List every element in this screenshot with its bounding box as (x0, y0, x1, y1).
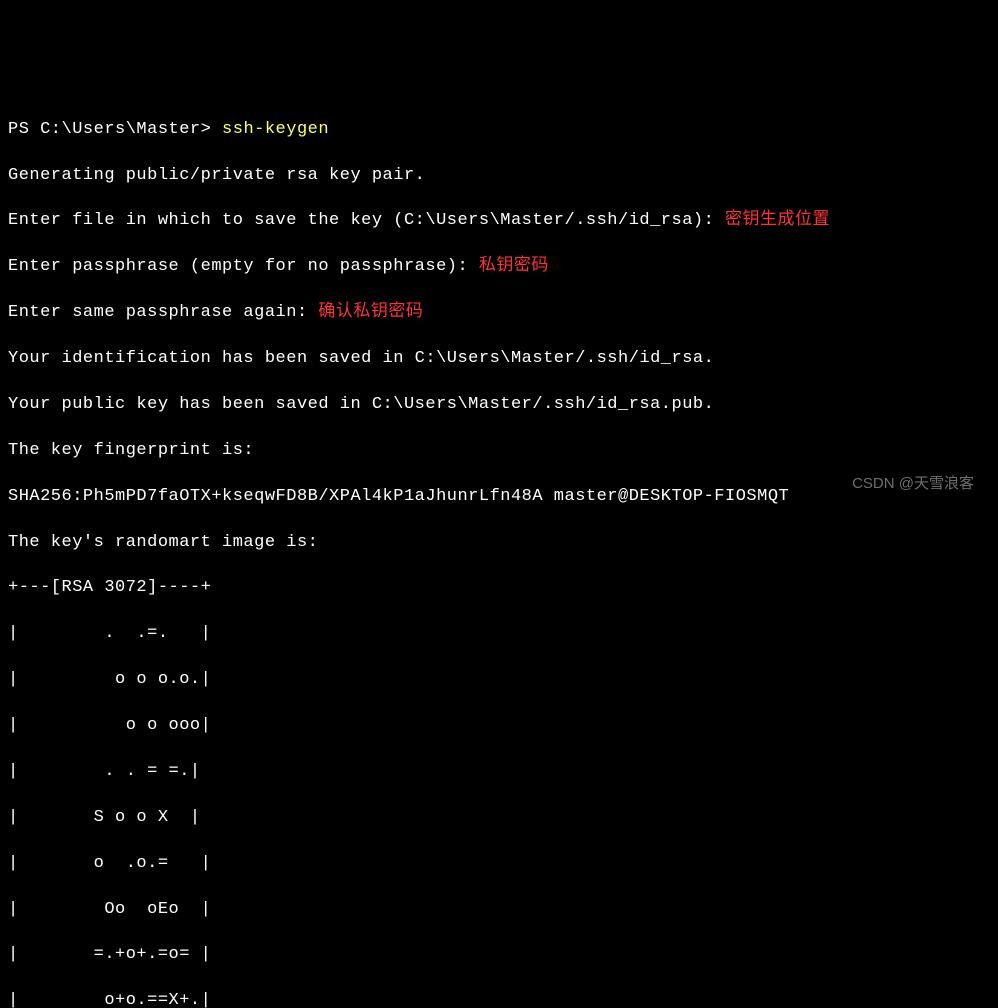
output-line: The key's randomart image is: (8, 532, 990, 555)
randomart-line: | Oo oEo | (8, 899, 990, 922)
randomart-line: | =.+o+.=o= | (8, 944, 990, 967)
shell-prompt: PS C:\Users\Master> (8, 120, 222, 139)
annotation-keypath: 密钥生成位置 (725, 211, 830, 230)
fingerprint-line: SHA256:Ph5mPD7faOTX+kseqwFD8B/XPAl4kP1aJ… (8, 486, 990, 509)
randomart-line: +---[RSA 3072]----+ (8, 577, 990, 600)
annotation-confirm: 确认私钥密码 (318, 303, 423, 322)
annotation-passphrase: 私钥密码 (479, 257, 549, 276)
output-line: Enter file in which to save the key (C:\… (8, 210, 990, 233)
watermark: CSDN @天雪浪客 (852, 474, 974, 494)
randomart-line: | o o ooo| (8, 715, 990, 738)
randomart-line: | S o o X | (8, 807, 990, 830)
randomart-line: | o o o.o.| (8, 669, 990, 692)
output-line: Enter same passphrase again: 确认私钥密码 (8, 302, 990, 325)
command-input[interactable]: ssh-keygen (222, 120, 329, 139)
randomart-line: | o+o.==X+.| (8, 990, 990, 1008)
output-line: Generating public/private rsa key pair. (8, 165, 990, 188)
output-line: Your identification has been saved in C:… (8, 348, 990, 371)
output-line: Enter passphrase (empty for no passphras… (8, 256, 990, 279)
randomart-line: | o .o.= | (8, 853, 990, 876)
output-line: Your public key has been saved in C:\Use… (8, 394, 990, 417)
terminal-output: PS C:\Users\Master> ssh-keygen Generatin… (8, 96, 990, 1008)
output-line: The key fingerprint is: (8, 440, 990, 463)
prompt-line: PS C:\Users\Master> ssh-keygen (8, 119, 990, 142)
randomart-line: | . . = =.| (8, 761, 990, 784)
randomart-line: | . .=. | (8, 623, 990, 646)
